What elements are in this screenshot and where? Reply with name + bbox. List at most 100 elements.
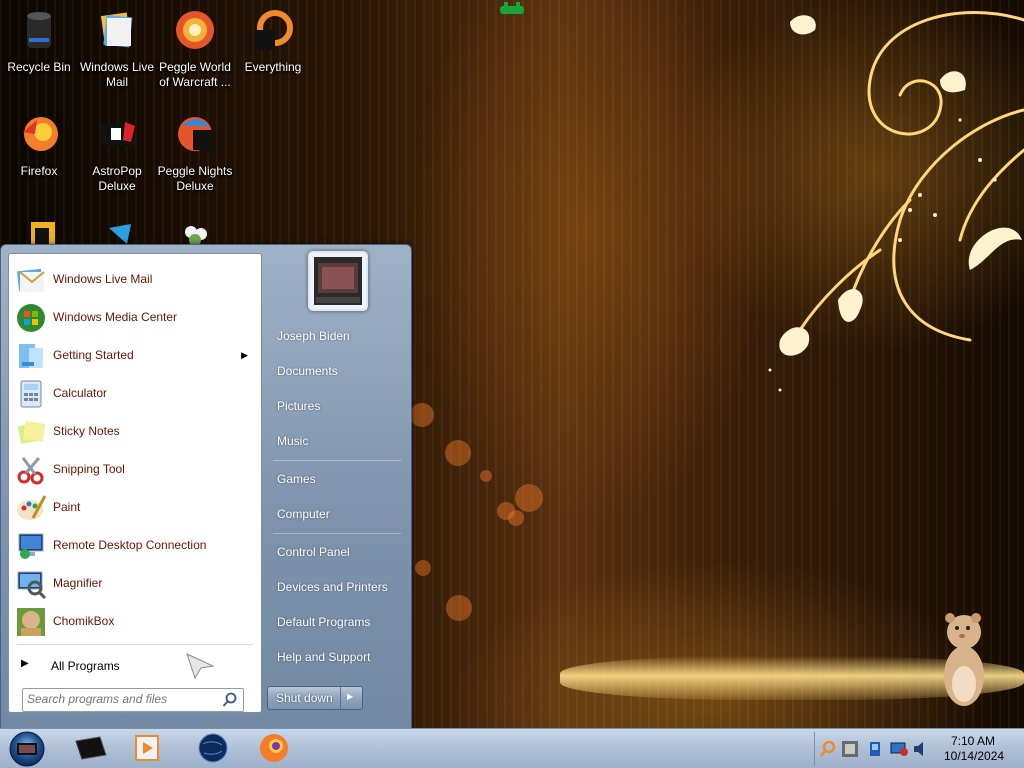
right-pane-separator: [273, 460, 401, 461]
taskbar-pinned-terminal[interactable]: [64, 731, 116, 765]
start-button-icon[interactable]: [6, 731, 48, 767]
start-item-user[interactable]: Joseph Biden: [267, 322, 405, 350]
program-label: Snipping Tool: [53, 462, 125, 476]
desktop-icon-label: Everything: [244, 60, 302, 74]
program-sticky-notes[interactable]: Sticky Notes: [12, 414, 258, 450]
program-label: ChomikBox: [53, 614, 115, 628]
everything-search-icon[interactable]: [819, 740, 837, 758]
shutdown-label: Shut down: [276, 691, 333, 705]
taskbar-pinned-globe[interactable]: [186, 731, 238, 765]
programs-separator: [17, 644, 253, 645]
program-label: Windows Media Center: [53, 310, 178, 324]
program-getting-started[interactable]: Getting Started ▶: [12, 338, 258, 374]
desktop-icon-label: AstroPop Deluxe: [92, 164, 142, 193]
shutdown-options-arrow-icon[interactable]: ▶: [347, 692, 353, 701]
calculator-icon: [20, 380, 42, 408]
bokeh-light: [508, 510, 524, 526]
start-menu: Windows Live Mail Windows Media Center G…: [0, 244, 412, 730]
search-input[interactable]: [27, 691, 213, 707]
peggle-icon: [176, 11, 214, 49]
desktop-icon-windows-live-mail[interactable]: Windows Live Mail: [78, 2, 156, 90]
shutdown-button[interactable]: Shut down ▶: [267, 686, 363, 710]
program-calculator[interactable]: Calculator: [12, 376, 258, 412]
desktop-icon-peggle-world-of-warcraft[interactable]: Peggle World of Warcraft ...: [156, 2, 234, 90]
desktop-icon-everything[interactable]: Everything: [234, 2, 312, 75]
bokeh-light: [446, 595, 472, 621]
media-center-icon: [17, 304, 45, 332]
system-clock[interactable]: 7:10 AM 10/14/2024: [944, 734, 1005, 764]
program-remote-desktop-connection[interactable]: Remote Desktop Connection: [12, 528, 258, 564]
desktop-icon-recycle-bin[interactable]: Recycle Bin: [0, 2, 78, 75]
desktop-icon-firefox[interactable]: Firefox: [0, 106, 78, 179]
start-item-computer[interactable]: Computer: [267, 500, 405, 528]
terminal-icon: [75, 736, 107, 760]
start-item-music[interactable]: Music: [267, 427, 405, 455]
desktop-icon-label: Peggle Nights Deluxe: [157, 164, 233, 193]
right-pane-separator: [273, 533, 401, 534]
desktop-icon-label: Firefox: [20, 164, 58, 178]
taskbar: 7:10 AM 10/14/2024: [0, 728, 1024, 768]
firefox-icon: [260, 734, 288, 762]
user-avatar-icon: [314, 257, 362, 305]
desktop-icon-label: Peggle World of Warcraft ...: [159, 60, 231, 89]
program-chomikbox[interactable]: ChomikBox: [12, 604, 258, 640]
start-item-pictures[interactable]: Pictures: [267, 392, 405, 420]
start-item-documents[interactable]: Documents: [267, 357, 405, 385]
start-item-games[interactable]: Games: [267, 465, 405, 493]
bokeh-light: [410, 403, 434, 427]
firefox-icon: [23, 117, 58, 151]
desktop-icon-astropop[interactable]: AstroPop Deluxe: [78, 106, 156, 194]
wallpaper-swirl: [768, 11, 1024, 392]
taskbar-pinned-media-player[interactable]: [122, 731, 174, 765]
start-item-control-panel[interactable]: Control Panel: [267, 538, 405, 566]
start-item-default-programs[interactable]: Default Programs: [267, 608, 405, 636]
program-windows-live-mail[interactable]: Windows Live Mail: [12, 262, 258, 298]
mouse-cursor-icon: [186, 653, 215, 680]
bokeh-light: [480, 470, 492, 482]
start-menu-programs-pane: Windows Live Mail Windows Media Center G…: [8, 253, 262, 713]
program-label: Windows Live Mail: [53, 272, 153, 286]
clock-time: 7:10 AM: [950, 734, 996, 748]
tray-network-icon[interactable]: [866, 740, 884, 758]
peggle-nights-icon: [178, 117, 213, 151]
desktop-icon-label: Recycle Bin: [7, 60, 71, 74]
tray-volume-icon[interactable]: [912, 740, 930, 758]
search-programs-box[interactable]: [22, 688, 244, 712]
sticky-notes-icon: [17, 421, 46, 444]
top-decoration: [500, 2, 524, 14]
mail-icon: [100, 12, 133, 48]
tray-app-icon[interactable]: [841, 740, 859, 758]
all-programs-button[interactable]: ▶ All Programs: [12, 652, 258, 678]
mail-icon: [17, 268, 45, 292]
program-snipping-tool[interactable]: Snipping Tool: [12, 452, 258, 488]
taskbar-pinned-firefox[interactable]: [248, 731, 300, 765]
chomikbox-icon: [17, 608, 45, 636]
desktop-icon-peggle-nights[interactable]: Peggle Nights Deluxe: [156, 106, 234, 194]
tray-display-icon[interactable]: [890, 740, 908, 758]
program-label: Calculator: [53, 386, 108, 400]
paint-icon: [17, 495, 47, 520]
program-paint[interactable]: Paint: [12, 490, 258, 526]
user-picture[interactable]: [308, 251, 368, 311]
astropop-icon: [101, 122, 135, 146]
remote-desktop-icon: [18, 533, 44, 559]
start-item-devices-and-printers[interactable]: Devices and Printers: [267, 573, 405, 601]
all-programs-label: All Programs: [51, 659, 120, 673]
globe-icon: [198, 733, 228, 763]
program-label: Sticky Notes: [53, 424, 120, 438]
start-item-help-and-support[interactable]: Help and Support: [267, 643, 405, 671]
program-label: Paint: [53, 500, 81, 514]
search-icon[interactable]: [222, 692, 238, 708]
program-windows-media-center[interactable]: Windows Media Center: [12, 300, 258, 336]
bokeh-light: [415, 560, 431, 576]
everything-icon: [255, 10, 293, 50]
media-player-icon: [135, 735, 159, 761]
hamster-gadget[interactable]: [938, 606, 988, 708]
chevron-right-icon: ▶: [21, 658, 29, 669]
submenu-arrow-icon[interactable]: ▶: [241, 350, 248, 361]
program-magnifier[interactable]: Magnifier: [12, 566, 258, 602]
program-label: Getting Started: [53, 348, 134, 362]
magnifier-icon: [17, 571, 47, 600]
clock-date: 10/14/2024: [944, 749, 1005, 763]
program-label: Magnifier: [53, 576, 103, 590]
